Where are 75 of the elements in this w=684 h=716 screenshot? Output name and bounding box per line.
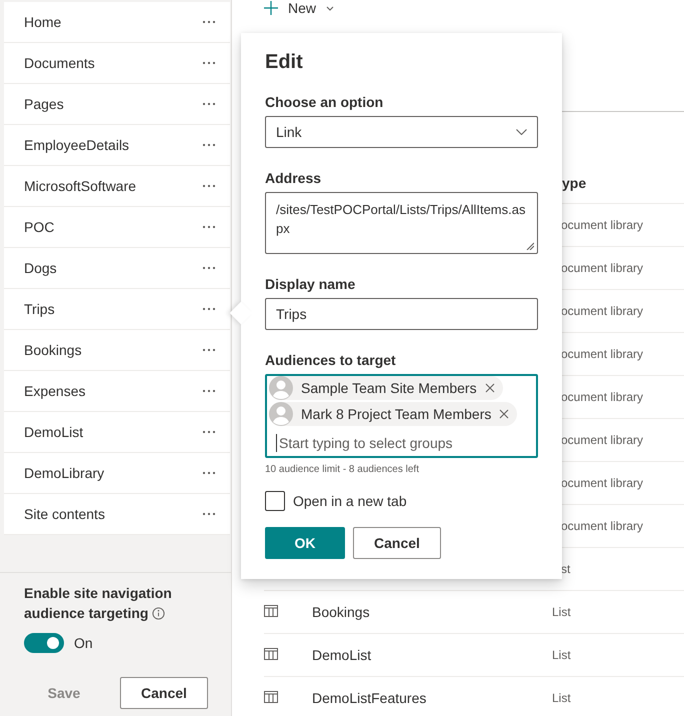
more-icon[interactable] bbox=[202, 143, 216, 147]
display-name-field[interactable]: Trips bbox=[265, 298, 538, 330]
more-icon[interactable] bbox=[202, 471, 216, 475]
remove-icon[interactable] bbox=[484, 383, 495, 393]
item-type: List bbox=[552, 691, 572, 705]
setting-label: Enable site navigation audience targeting bbox=[24, 584, 173, 623]
audience-hint: 10 audience limit - 8 audiences left bbox=[265, 464, 420, 475]
more-icon[interactable] bbox=[202, 184, 216, 188]
cancel-button[interactable]: Cancel bbox=[353, 527, 441, 559]
more-icon[interactable] bbox=[202, 512, 216, 516]
remove-icon[interactable] bbox=[499, 409, 510, 419]
field-label: Audiences to target bbox=[265, 352, 397, 368]
nav-item[interactable]: Home bbox=[4, 2, 230, 43]
chevron-down-icon bbox=[326, 6, 334, 10]
item-type: List bbox=[552, 648, 572, 662]
nav-item[interactable]: DemoLibrary bbox=[4, 453, 230, 494]
more-icon[interactable] bbox=[202, 61, 216, 65]
nav-item[interactable]: Documents bbox=[4, 43, 230, 84]
list-icon bbox=[264, 691, 278, 703]
nav-item[interactable]: MicrosoftSoftware bbox=[4, 166, 230, 207]
list-icon bbox=[264, 605, 278, 617]
new-button[interactable]: New bbox=[264, 0, 334, 16]
more-icon[interactable] bbox=[202, 102, 216, 106]
more-icon[interactable] bbox=[202, 266, 216, 270]
more-icon[interactable] bbox=[202, 225, 216, 229]
nav-item[interactable]: DemoList bbox=[4, 412, 230, 453]
field-label: Choose an option bbox=[265, 94, 384, 110]
toggle-switch[interactable] bbox=[24, 633, 64, 653]
more-icon[interactable] bbox=[202, 430, 216, 434]
item-type: ocument library bbox=[560, 304, 644, 318]
nav-item[interactable]: Bookings bbox=[4, 330, 230, 371]
item-name[interactable]: DemoList bbox=[312, 647, 372, 663]
nav-item[interactable]: Dogs bbox=[4, 248, 230, 289]
item-type: ocument library bbox=[560, 433, 644, 447]
item-type: ocument library bbox=[560, 390, 644, 404]
nav-item[interactable]: Site contents bbox=[4, 494, 230, 535]
nav-item[interactable]: EmployeeDetails bbox=[4, 125, 230, 166]
item-type: ocument library bbox=[560, 519, 644, 533]
option-dropdown[interactable]: Link bbox=[265, 116, 538, 148]
dialog-title: Edit bbox=[265, 51, 304, 74]
chevron-down-icon bbox=[516, 129, 527, 135]
audience-search-input[interactable]: Start typing to select groups bbox=[279, 435, 453, 451]
audience-chip[interactable]: Mark 8 Project Team Members bbox=[269, 402, 518, 426]
list-icon bbox=[264, 648, 278, 660]
address-field[interactable]: /sites/TestPOCPortal/Lists/Trips/AllItems.aspx bbox=[265, 192, 538, 254]
ok-button[interactable]: OK bbox=[265, 527, 345, 559]
more-icon[interactable] bbox=[202, 389, 216, 393]
checkbox-label: Open in a new tab bbox=[293, 493, 407, 509]
item-name[interactable]: Bookings bbox=[312, 604, 370, 620]
field-label: Display name bbox=[265, 276, 356, 292]
audience-picker[interactable]: Sample Team Site Members Mark 8 Project Team Members Start typing to select groups bbox=[265, 374, 538, 458]
toggle-label: On bbox=[74, 635, 93, 651]
item-type: ocument library bbox=[560, 476, 644, 490]
plus-icon bbox=[264, 1, 278, 15]
text-cursor bbox=[276, 434, 277, 452]
resize-handle-icon bbox=[526, 242, 534, 250]
nav-item[interactable]: POC bbox=[4, 207, 230, 248]
audience-chip[interactable]: Sample Team Site Members bbox=[269, 376, 503, 400]
more-icon[interactable] bbox=[202, 20, 216, 24]
item-type: ocument library bbox=[560, 261, 644, 275]
item-type: ocument library bbox=[560, 347, 644, 361]
person-icon bbox=[269, 376, 293, 400]
nav-item[interactable]: Expenses bbox=[4, 371, 230, 412]
field-label: Address bbox=[265, 170, 322, 186]
more-icon[interactable] bbox=[202, 307, 216, 311]
cancel-button[interactable]: Cancel bbox=[120, 677, 208, 709]
nav-item[interactable]: Trips bbox=[4, 289, 230, 330]
nav-item[interactable]: Pages bbox=[4, 84, 230, 125]
checkbox[interactable] bbox=[265, 491, 285, 511]
item-name[interactable]: DemoListFeatures bbox=[312, 690, 426, 706]
item-type: ocument library bbox=[560, 218, 644, 232]
more-icon[interactable] bbox=[202, 348, 216, 352]
item-type: List bbox=[552, 605, 572, 619]
info-icon[interactable] bbox=[152, 607, 166, 620]
person-icon bbox=[269, 402, 293, 426]
